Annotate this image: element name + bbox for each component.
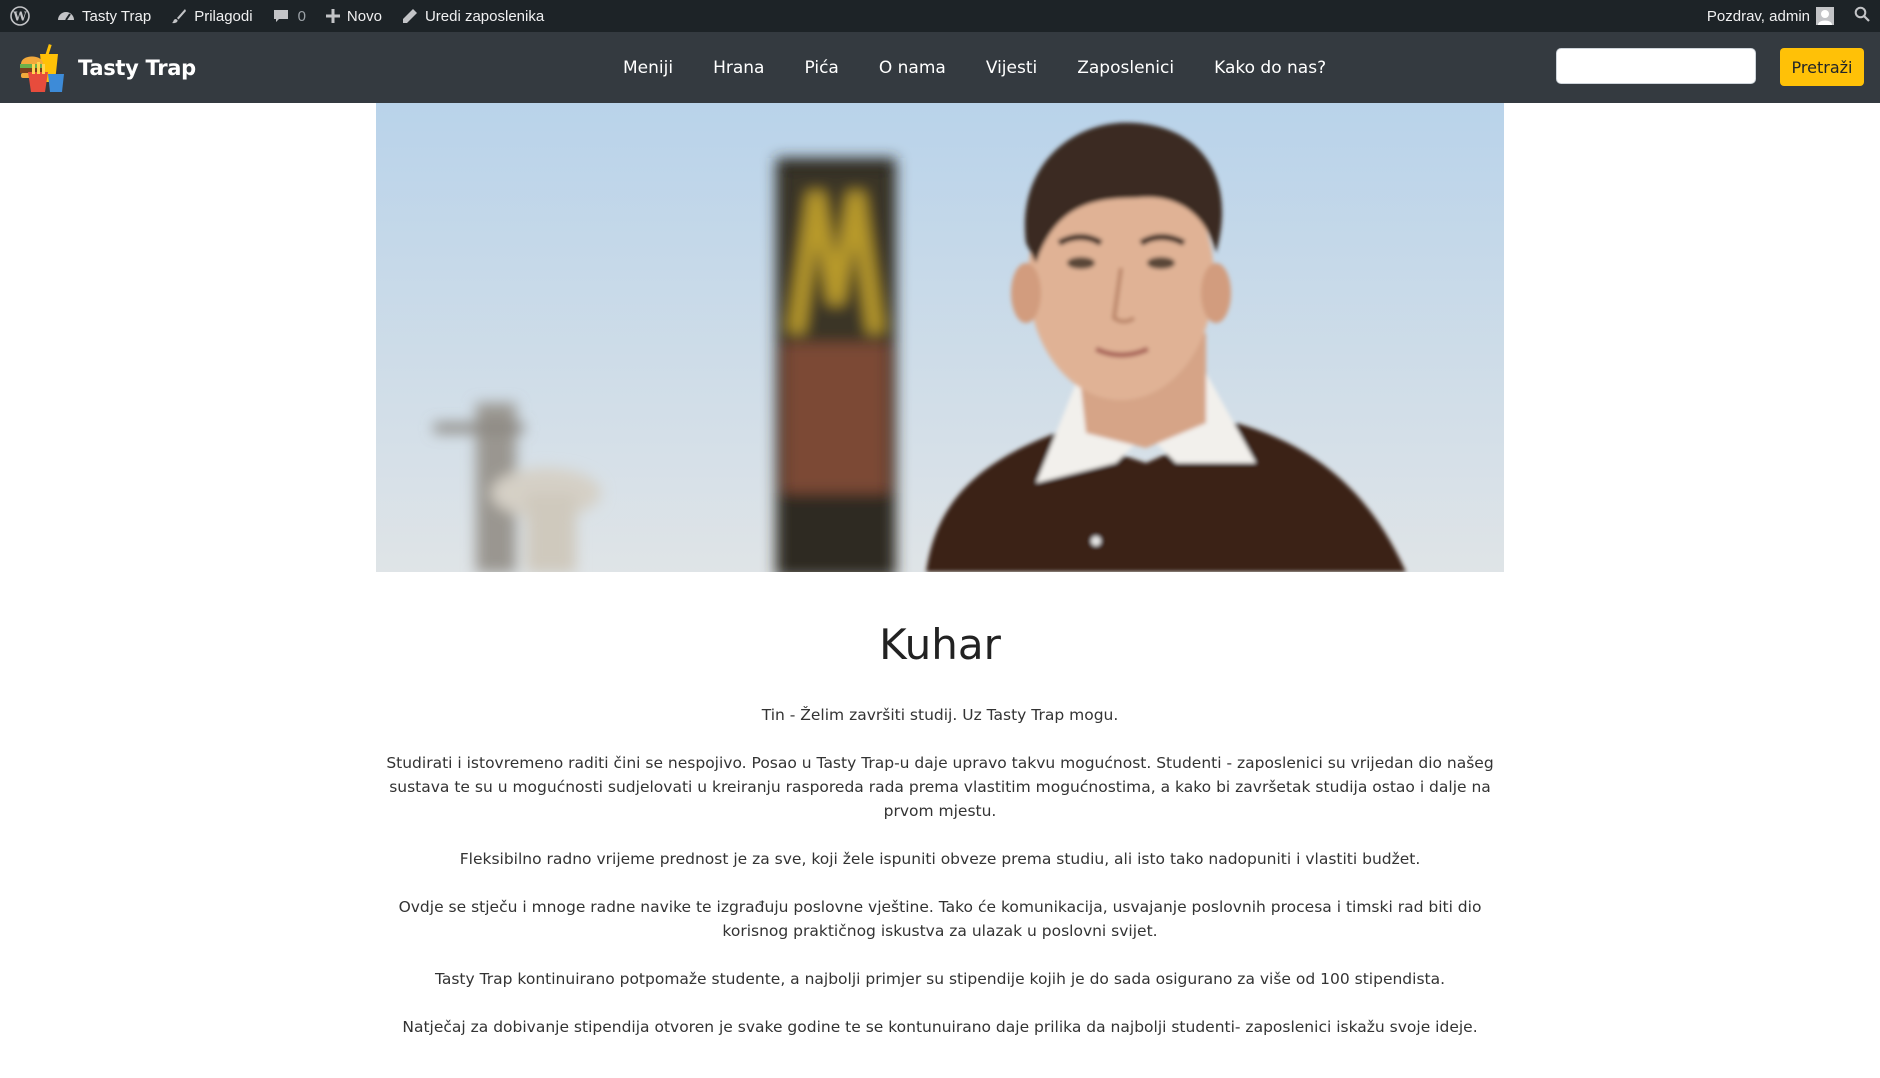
page-title: Kuhar <box>879 620 1001 669</box>
admin-search[interactable] <box>1844 0 1880 32</box>
body-paragraph: Tasty Trap kontinuirano potpomaže studen… <box>434 970 1446 988</box>
edit-employee-link[interactable]: Uredi zaposlenika <box>392 0 554 32</box>
brand-link[interactable]: Tasty Trap <box>18 32 196 103</box>
nav-item-pica[interactable]: Pića <box>784 58 858 78</box>
customize-link[interactable]: Prilagodi <box>161 0 262 32</box>
nav-item-zaposlenici[interactable]: Zaposlenici <box>1057 58 1194 78</box>
employee-photo <box>376 103 1504 572</box>
nav-item-kako-do-nas[interactable]: Kako do nas? <box>1194 58 1346 78</box>
avatar <box>1816 7 1834 25</box>
new-content-link[interactable]: Novo <box>316 0 392 32</box>
site-name-link[interactable]: Tasty Trap <box>47 0 161 32</box>
body-paragraph: Ovdje se stječu i mnoge radne navike te … <box>398 898 1482 940</box>
body-paragraph: Fleksibilno radno vrijeme prednost je za… <box>459 850 1421 868</box>
admin-bar: W Tasty Trap Prilagodi 0 Novo Uredi zapo… <box>0 0 1880 32</box>
comments-link[interactable]: 0 <box>263 0 316 32</box>
main-content: Kuhar Tin - Želim završiti studij. Uz Ta… <box>376 600 1504 1063</box>
dashboard-icon <box>57 8 75 24</box>
body-paragraph: Natječaj za dobivanje stipendija otvoren… <box>402 1018 1478 1036</box>
brand-name: Tasty Trap <box>78 55 196 80</box>
wordpress-menu[interactable]: W <box>0 0 47 32</box>
main-nav: Meniji Hrana Pića O nama Vijesti Zaposle… <box>603 32 1346 103</box>
site-header: Tasty Trap Meniji Hrana Pića O nama Vije… <box>0 32 1880 103</box>
body-paragraph: Studirati i istovremeno raditi čini se n… <box>386 754 1494 820</box>
comments-count: 0 <box>297 7 306 25</box>
wordpress-icon: W <box>10 6 30 26</box>
pencil-icon <box>402 8 418 24</box>
brush-icon <box>171 8 187 24</box>
plus-icon <box>325 9 340 23</box>
intro-paragraph: Tin - Želim završiti studij. Uz Tasty Tr… <box>761 706 1119 724</box>
greeting-text: Pozdrav, admin <box>1706 7 1810 25</box>
account-menu[interactable]: Pozdrav, admin <box>1697 0 1844 32</box>
new-label: Novo <box>346 7 382 25</box>
search-button[interactable]: Pretraži <box>1780 48 1864 86</box>
nav-item-vijesti[interactable]: Vijesti <box>966 58 1057 78</box>
nav-item-hrana[interactable]: Hrana <box>693 58 784 78</box>
customize-label: Prilagodi <box>194 7 253 25</box>
nav-item-o-nama[interactable]: O nama <box>859 58 966 78</box>
nav-item-meniji[interactable]: Meniji <box>603 58 693 78</box>
fast-food-logo <box>20 43 64 92</box>
edit-label: Uredi zaposlenika <box>424 7 545 25</box>
search-icon <box>1854 6 1870 26</box>
svg-text:W: W <box>12 10 27 24</box>
search-input[interactable] <box>1556 48 1756 84</box>
site-name: Tasty Trap <box>82 7 152 25</box>
comment-icon <box>273 8 289 24</box>
